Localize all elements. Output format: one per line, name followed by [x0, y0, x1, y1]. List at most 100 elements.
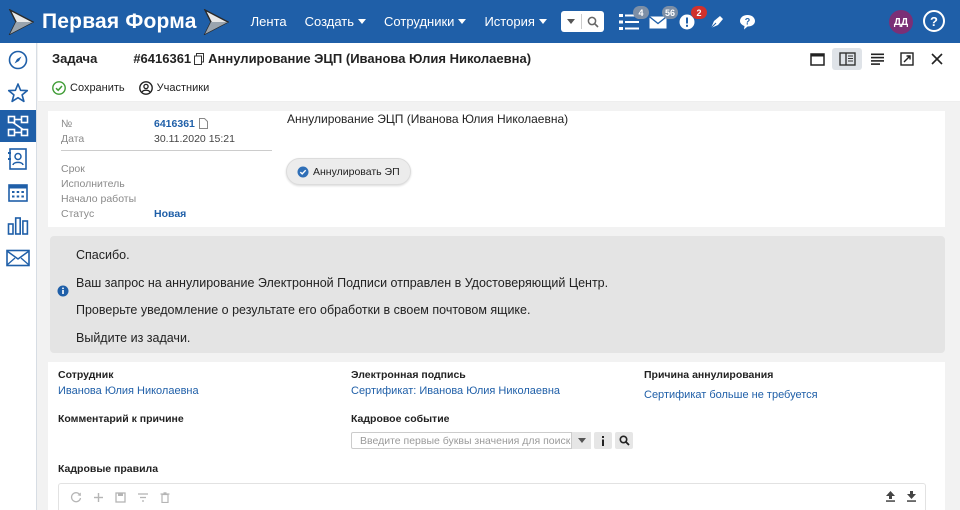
- nav-feed[interactable]: Лента: [251, 14, 287, 29]
- maximize-window-icon[interactable]: [802, 48, 832, 70]
- nav-history[interactable]: История: [484, 14, 547, 29]
- copy-icon[interactable]: [198, 118, 208, 129]
- copy-icon[interactable]: [194, 52, 205, 65]
- prop-date: Дата 30.11.2020 15:21: [61, 131, 273, 146]
- annul-signature-button[interactable]: Аннулировать ЭП: [286, 158, 411, 185]
- task-properties: № 6416361 Дата 30.11.2020 15:21 Срок Исп…: [61, 116, 273, 221]
- trash-icon[interactable]: [160, 491, 170, 503]
- search-icon[interactable]: [582, 16, 604, 28]
- sidebar-item-reports[interactable]: [0, 209, 36, 241]
- employee-label: Сотрудник: [58, 369, 114, 381]
- task-window: Задача #6416361 Аннулирование ЭЦП (Ивано…: [38, 43, 960, 510]
- check-circle-icon: [52, 80, 66, 95]
- save-icon[interactable]: [115, 491, 126, 503]
- sidebar-item-mail[interactable]: [0, 242, 36, 274]
- sidebar-item-favorites[interactable]: [0, 77, 36, 109]
- task-card: № 6416361 Дата 30.11.2020 15:21 Срок Исп…: [48, 111, 945, 227]
- tasks-list-icon[interactable]: 4: [617, 6, 649, 34]
- nav-create[interactable]: Создать: [305, 14, 367, 29]
- chevron-down-icon: [567, 19, 575, 24]
- chevron-down-icon: [538, 19, 547, 24]
- prop-executor: Исполнитель: [61, 176, 273, 191]
- employee-value[interactable]: Иванова Юлия Николаевна: [58, 385, 199, 397]
- esign-value[interactable]: Сертификат: Иванова Юлия Николаевна: [351, 385, 560, 397]
- alert-icon[interactable]: 2: [675, 6, 707, 34]
- filter-icon[interactable]: [137, 492, 149, 503]
- logo-triangle-icon: [203, 8, 229, 35]
- nav-employees-label: Сотрудники: [384, 14, 455, 29]
- prop-number-value[interactable]: 6416361: [154, 118, 195, 130]
- close-icon[interactable]: [922, 48, 952, 70]
- prop-key: Статус: [61, 207, 95, 220]
- star-icon: [7, 83, 29, 103]
- chevron-down-icon: [458, 19, 467, 24]
- search-scope-dropdown[interactable]: [561, 19, 581, 24]
- info-icon: [57, 285, 69, 300]
- split-view-icon[interactable]: [832, 48, 862, 70]
- import-export-controls: [875, 490, 917, 502]
- save-button[interactable]: Сохранить: [52, 80, 125, 95]
- prop-key: Срок: [61, 162, 85, 175]
- expand-icon[interactable]: [892, 48, 922, 70]
- hr-rules-toolbar: [58, 483, 926, 510]
- message-line: Спасибо.: [76, 248, 130, 262]
- hr-event-dropdown[interactable]: [571, 432, 591, 449]
- help-button[interactable]: ?: [923, 10, 945, 32]
- logo[interactable]: Первая Форма: [0, 0, 229, 43]
- download-icon[interactable]: [906, 490, 917, 502]
- sidebar-item-processes[interactable]: [0, 110, 36, 142]
- nav-history-label: История: [484, 14, 535, 29]
- mail-icon[interactable]: 56: [646, 6, 678, 34]
- hr-event-input[interactable]: Введите первые буквы значения для поиска: [351, 432, 591, 449]
- global-search[interactable]: [561, 11, 604, 32]
- chevron-down-icon: [577, 438, 586, 443]
- prop-key: Начало работы: [61, 192, 137, 205]
- info-icon: [602, 435, 604, 446]
- prop-key: Исполнитель: [61, 177, 125, 190]
- refresh-icon[interactable]: [70, 491, 82, 503]
- prop-date-value: 30.11.2020 15:21: [154, 132, 235, 145]
- logo-triangle-icon: [8, 8, 34, 35]
- check-circle-icon: [297, 166, 309, 177]
- sidebar-item-compass[interactable]: [0, 44, 36, 76]
- add-icon[interactable]: [93, 492, 104, 503]
- contact-card-icon: [8, 148, 27, 170]
- sign-pen-icon[interactable]: [705, 10, 729, 34]
- info-button[interactable]: [594, 432, 612, 449]
- sidebar-item-contacts[interactable]: [0, 143, 36, 175]
- top-bar: Первая Форма Лента Создать Сотрудники Ис…: [0, 0, 960, 43]
- prop-key: №: [61, 117, 73, 130]
- participants-button[interactable]: Участники: [138, 80, 209, 95]
- prop-status: Статус Новая: [61, 206, 273, 221]
- window-controls: [802, 48, 952, 70]
- envelope-icon: [6, 249, 30, 267]
- task-toolbar: Сохранить Участники: [38, 74, 960, 102]
- nav-employees[interactable]: Сотрудники: [384, 14, 467, 29]
- esign-label: Электронная подпись: [351, 369, 466, 381]
- process-diagram-icon: [7, 115, 29, 137]
- card-title: Аннулирование ЭЦП (Иванова Юлия Николаев…: [287, 112, 569, 126]
- calendar-icon: [8, 184, 28, 202]
- reason-value[interactable]: Сертификат больше не требуется: [644, 389, 818, 401]
- search-button[interactable]: [615, 432, 633, 449]
- task-number[interactable]: #6416361: [133, 51, 191, 66]
- status-badge: Новая: [154, 207, 187, 220]
- user-circle-icon: [138, 80, 153, 95]
- message-line: Ваш запрос на аннулирование Электронной …: [76, 276, 609, 290]
- main-nav: Лента Создать Сотрудники История: [251, 14, 565, 29]
- sidebar-item-calendar[interactable]: [0, 176, 36, 208]
- avatar[interactable]: ДД: [889, 10, 913, 34]
- help-chat-icon[interactable]: ?: [735, 10, 759, 34]
- annul-signature-button-label: Аннулировать ЭП: [313, 165, 400, 178]
- prop-key: Дата: [61, 132, 85, 145]
- comment-label: Комментарий к причине: [58, 413, 184, 425]
- list-view-icon[interactable]: [862, 48, 892, 70]
- left-sidebar: [0, 43, 37, 510]
- chevron-down-icon: [358, 19, 367, 24]
- task-header-label: Задача: [52, 51, 98, 66]
- upload-icon[interactable]: [885, 490, 896, 502]
- hr-event-label: Кадровое событие: [351, 413, 450, 425]
- svg-text:?: ?: [744, 17, 750, 27]
- prop-start: Начало работы: [61, 191, 273, 206]
- hr-rules-label: Кадровые правила: [58, 463, 159, 475]
